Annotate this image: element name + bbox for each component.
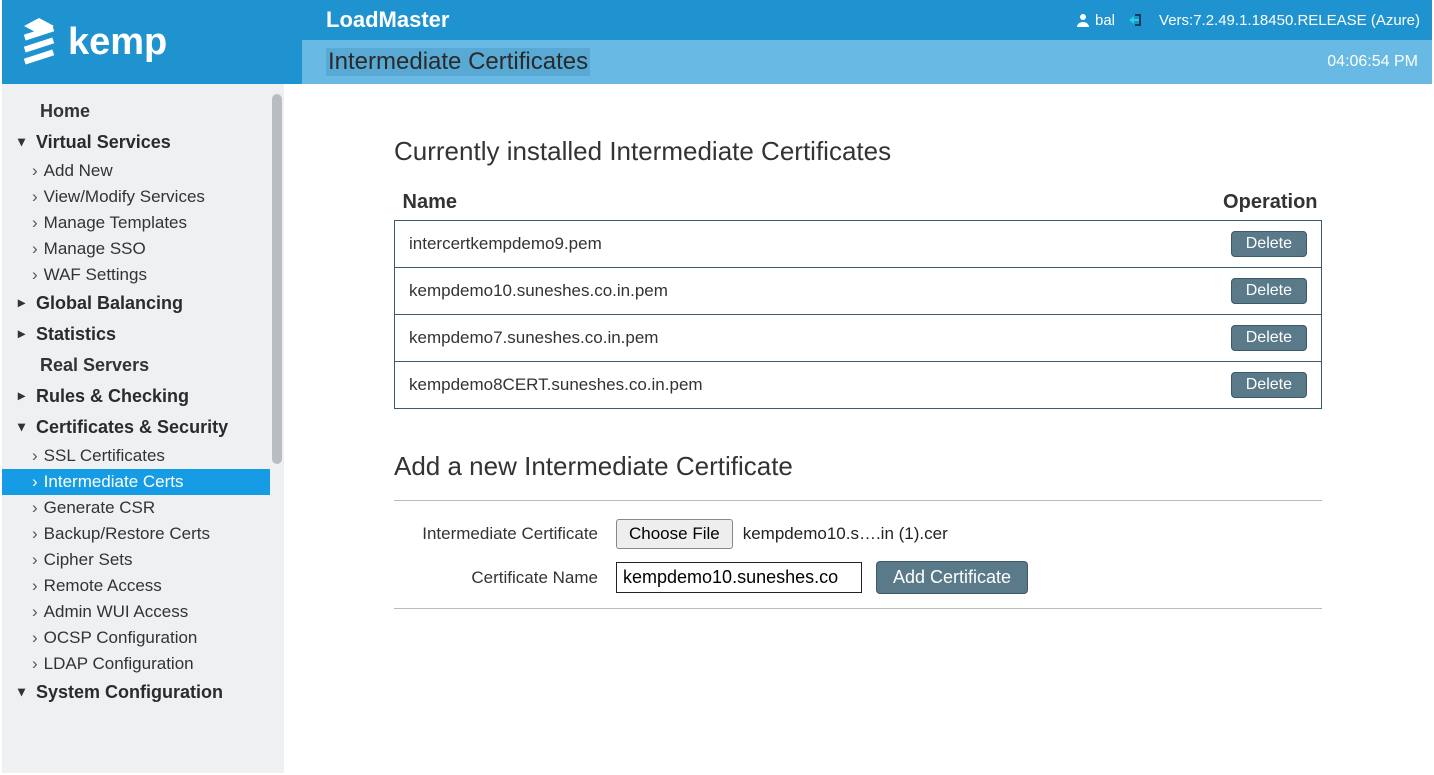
username: bal — [1095, 12, 1115, 29]
nav-vs-viewmodify[interactable]: View/Modify Services — [2, 184, 284, 210]
nav-cipher-sets[interactable]: Cipher Sets — [2, 547, 284, 573]
nav-certs-security[interactable]: Certificates & Security — [2, 412, 284, 443]
cert-name: intercertkempdemo9.pem — [395, 221, 1202, 268]
delete-button[interactable]: Delete — [1231, 325, 1307, 351]
clock: 04:06:54 PM — [1327, 53, 1418, 71]
nav-real-servers[interactable]: Real Servers — [2, 350, 284, 381]
nav-home[interactable]: Home — [2, 96, 284, 127]
nav-ldap[interactable]: LDAP Configuration — [2, 651, 284, 677]
nav-virtual-services[interactable]: Virtual Services — [2, 127, 284, 158]
nav-generate-csr[interactable]: Generate CSR — [2, 495, 284, 521]
nav-backup-restore[interactable]: Backup/Restore Certs — [2, 521, 284, 547]
table-row: kempdemo8CERT.suneshes.co.in.pem Delete — [395, 362, 1322, 409]
table-row: kempdemo10.suneshes.co.in.pem Delete — [395, 268, 1322, 315]
cert-name: kempdemo7.suneshes.co.in.pem — [395, 315, 1202, 362]
cert-name-input[interactable] — [616, 562, 862, 593]
user-indicator: bal — [1075, 12, 1115, 29]
installed-certs-heading: Currently installed Intermediate Certifi… — [394, 136, 1322, 167]
nav-ocsp[interactable]: OCSP Configuration — [2, 625, 284, 651]
table-row: kempdemo7.suneshes.co.in.pem Delete — [395, 315, 1322, 362]
divider — [394, 608, 1322, 609]
sidebar-scrollbar[interactable] — [270, 90, 284, 770]
sidebar: Home Virtual Services Add New View/Modif… — [2, 84, 284, 773]
logout-icon[interactable] — [1129, 12, 1145, 28]
brand-logo: kemp — [2, 0, 302, 84]
nav-vs-templates[interactable]: Manage Templates — [2, 210, 284, 236]
chosen-file-name: kempdemo10.s….in (1).cer — [743, 524, 948, 544]
certificates-table: Name Operation intercertkempdemo9.pem De… — [394, 185, 1322, 409]
nav-statistics[interactable]: Statistics — [2, 319, 284, 350]
product-name: LoadMaster — [326, 7, 449, 33]
nav-system-configuration[interactable]: System Configuration — [2, 677, 284, 708]
nav-remote-access[interactable]: Remote Access — [2, 573, 284, 599]
nav-vs-addnew[interactable]: Add New — [2, 158, 284, 184]
delete-button[interactable]: Delete — [1231, 231, 1307, 257]
cert-name: kempdemo10.suneshes.co.in.pem — [395, 268, 1202, 315]
choose-file-button[interactable]: Choose File — [616, 519, 733, 549]
page-title: Intermediate Certificates — [326, 48, 590, 76]
nav-vs-waf[interactable]: WAF Settings — [2, 262, 284, 288]
delete-button[interactable]: Delete — [1231, 372, 1307, 398]
add-certificate-button[interactable]: Add Certificate — [876, 561, 1028, 594]
col-name: Name — [395, 185, 1202, 221]
nav-rules-checking[interactable]: Rules & Checking — [2, 381, 284, 412]
label-intermediate-cert: Intermediate Certificate — [394, 524, 616, 544]
nav-ssl-certs[interactable]: SSL Certificates — [2, 443, 284, 469]
cert-name: kempdemo8CERT.suneshes.co.in.pem — [395, 362, 1202, 409]
delete-button[interactable]: Delete — [1231, 278, 1307, 304]
divider — [394, 500, 1322, 501]
version-string: Vers:7.2.49.1.18450.RELEASE (Azure) — [1159, 12, 1420, 29]
label-cert-name: Certificate Name — [394, 568, 616, 588]
table-row: intercertkempdemo9.pem Delete — [395, 221, 1322, 268]
add-cert-heading: Add a new Intermediate Certificate — [394, 451, 1322, 482]
nav-intermediate-certs[interactable]: Intermediate Certs — [2, 469, 284, 495]
nav-vs-sso[interactable]: Manage SSO — [2, 236, 284, 262]
nav-admin-wui[interactable]: Admin WUI Access — [2, 599, 284, 625]
col-operation: Operation — [1202, 185, 1322, 221]
nav-global-balancing[interactable]: Global Balancing — [2, 288, 284, 319]
svg-text:kemp: kemp — [68, 21, 167, 63]
main-content: Currently installed Intermediate Certifi… — [284, 84, 1432, 773]
